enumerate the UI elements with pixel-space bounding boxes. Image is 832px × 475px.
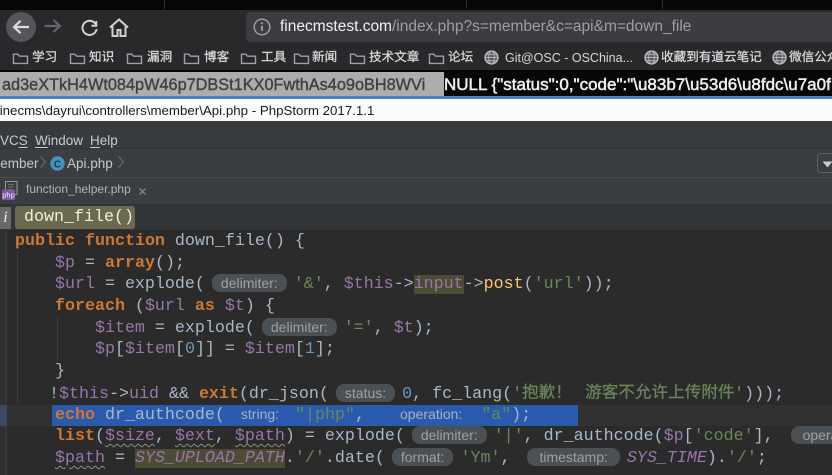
- svg-text:C: C: [53, 159, 60, 170]
- svg-text:php: php: [2, 191, 15, 200]
